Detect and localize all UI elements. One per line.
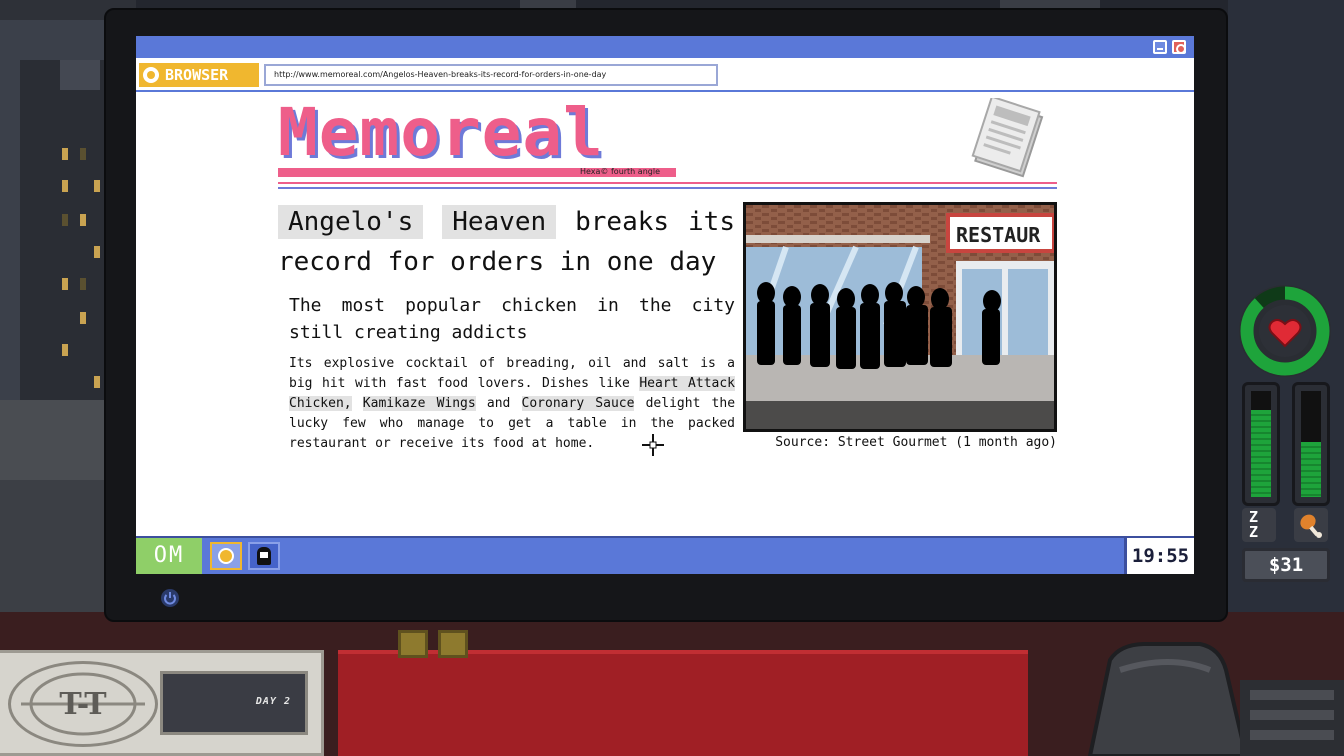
sleep-meter <box>1242 382 1280 506</box>
close-button[interactable] <box>1172 40 1186 54</box>
building-window-light <box>62 344 68 356</box>
header-rule-blue <box>278 187 1057 189</box>
card-logo-emblem: T-T <box>21 672 145 736</box>
building-window-light <box>80 214 86 226</box>
taskbar-clock: 19:55 <box>1124 538 1194 574</box>
site-logo[interactable]: Memoreal <box>278 100 604 166</box>
dish-link[interactable]: Coronary Sauce <box>521 396 635 411</box>
building-window-dark <box>80 278 86 290</box>
browser-tab-label: BROWSER <box>165 66 229 84</box>
building-window-light <box>62 278 68 290</box>
browser-icon <box>143 67 159 83</box>
telephone[interactable] <box>1050 640 1344 756</box>
window-titlebar[interactable] <box>136 36 1194 58</box>
article-subheadline: The most popular chicken in the city sti… <box>289 295 735 343</box>
web-page: Memoreal Hexa© fourth angle Angelo's Hea… <box>136 94 1194 534</box>
computer-screen: BROWSER http://www.memoreal.com/Angelos-… <box>136 36 1194 574</box>
monitor-stand-foot <box>398 630 428 658</box>
money-display: $31 <box>1242 548 1330 582</box>
taskbar-browser-icon[interactable] <box>210 542 242 570</box>
newspaper-icon <box>971 98 1044 178</box>
sleep-icon: Z Z <box>1242 508 1276 542</box>
red-notebook[interactable] <box>338 650 1028 756</box>
browser-address-bar: BROWSER http://www.memoreal.com/Angelos-… <box>136 58 1194 92</box>
building-window-dark <box>62 214 68 226</box>
headline-highlight: Heaven <box>442 205 557 239</box>
building-window-dark <box>80 148 86 160</box>
article-photo: RESTAUR <box>743 202 1057 432</box>
taskbar: OM 19:55 <box>136 536 1194 574</box>
header-rule-pink <box>278 182 1057 184</box>
photo-sign-text: RESTAUR <box>956 223 1041 247</box>
dish-link[interactable]: Kamikaze Wings <box>362 396 476 411</box>
minimize-button[interactable] <box>1153 40 1167 54</box>
card-logo-text: T-T <box>59 687 107 722</box>
chicken-leg-icon <box>1294 508 1328 542</box>
taskbar-app-icon[interactable] <box>248 542 280 570</box>
building-window-light <box>62 148 68 160</box>
building-window-light <box>94 180 100 192</box>
building-window-light <box>62 180 68 192</box>
article-headline: Angelo's Heaven breaks its record for or… <box>278 202 735 282</box>
article-body: Its explosive cocktail of breading, oil … <box>289 354 735 454</box>
crosshair-cursor-icon <box>642 434 664 456</box>
monitor-stand-foot <box>438 630 468 658</box>
building-window-light <box>94 246 100 258</box>
photo-caption: Source: Street Gourmet (1 month ago) <box>775 435 1057 450</box>
url-input[interactable]: http://www.memoreal.com/Angelos-Heaven-b… <box>264 64 718 86</box>
building-window-light <box>80 312 86 324</box>
day-label: DAY 2 <box>255 696 291 707</box>
headline-highlight: Angelo's <box>278 205 424 239</box>
card-logo: T-T <box>8 661 158 747</box>
site-tagline: Hexa© fourth angle <box>580 167 660 176</box>
body-text-and: and <box>486 396 511 411</box>
hunger-meter-fill <box>1301 442 1321 497</box>
power-icon[interactable] <box>160 588 180 608</box>
browser-tab[interactable]: BROWSER <box>139 63 259 87</box>
hunger-meter <box>1292 382 1330 506</box>
body-text-outro: delight the lucky few who manage to get … <box>289 396 736 451</box>
building-window-light <box>94 376 100 388</box>
day-card[interactable]: T-T DAY 2 <box>0 650 324 756</box>
sleep-meter-fill <box>1251 410 1271 497</box>
health-ring <box>1239 285 1331 377</box>
day-card-panel: DAY 2 <box>160 671 308 735</box>
start-button[interactable]: OM <box>136 538 202 574</box>
